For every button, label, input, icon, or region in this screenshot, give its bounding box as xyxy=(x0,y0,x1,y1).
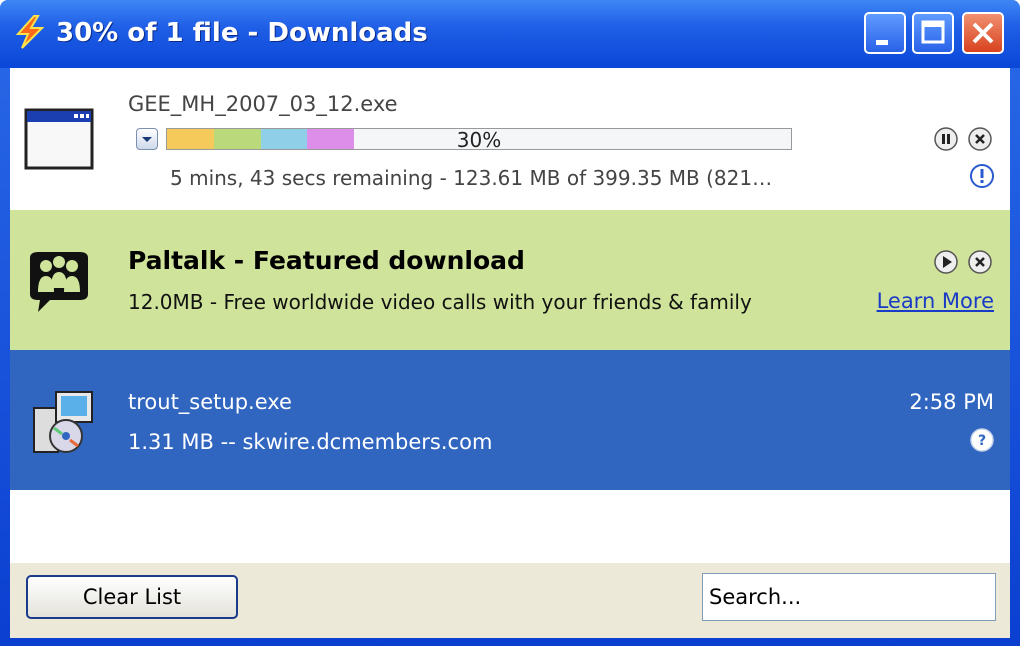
downloads-list: GEE_MH_2007_03_12.exe 30% 5 mins, 43 sec… xyxy=(10,68,1010,638)
learn-more-link[interactable]: Learn More xyxy=(877,289,994,313)
download-filename: trout_setup.exe xyxy=(128,390,292,414)
window-title: 30% of 1 file - Downloads xyxy=(56,18,428,48)
installer-icon xyxy=(33,391,93,453)
minimize-icon xyxy=(876,40,888,45)
cancel-icon[interactable] xyxy=(968,127,992,151)
maximize-icon xyxy=(921,20,945,44)
close-icon xyxy=(972,22,994,44)
clear-list-button[interactable]: Clear List xyxy=(26,575,238,619)
download-status-text: 5 mins, 43 secs remaining - 123.61 MB of… xyxy=(170,166,773,190)
pause-icon[interactable] xyxy=(934,127,958,151)
featured-download[interactable]: Paltalk - Featured download 12.0MB - Fre… xyxy=(10,210,1010,350)
help-icon[interactable]: ? xyxy=(970,428,994,452)
title-bar[interactable]: 30% of 1 file - Downloads xyxy=(0,0,1020,68)
info-icon[interactable] xyxy=(970,164,994,188)
minimize-button[interactable] xyxy=(864,12,906,54)
progress-percent-label: 30% xyxy=(456,128,502,150)
close-button[interactable] xyxy=(962,12,1004,54)
downloads-window: 30% of 1 file - Downloads GEE_MH_2007_03… xyxy=(0,0,1020,646)
footer-bar: Clear List xyxy=(10,563,1010,638)
download-time: 2:58 PM xyxy=(909,390,994,414)
featured-title: Paltalk - Featured download xyxy=(128,246,525,275)
play-icon[interactable] xyxy=(934,250,958,274)
maximize-button[interactable] xyxy=(912,12,954,54)
download-filename: GEE_MH_2007_03_12.exe xyxy=(128,92,398,116)
search-input[interactable] xyxy=(702,573,996,621)
lightning-bolt-icon xyxy=(15,15,45,49)
download-options-dropdown[interactable] xyxy=(136,128,158,150)
paltalk-people-icon xyxy=(30,252,88,312)
download-item-selected[interactable]: trout_setup.exe 1.31 MB -- skwire.dcmemb… xyxy=(10,350,1010,490)
cancel-icon[interactable] xyxy=(968,250,992,274)
application-window-icon xyxy=(24,108,94,170)
chevron-down-icon xyxy=(142,137,152,142)
download-item-active[interactable]: GEE_MH_2007_03_12.exe 30% 5 mins, 43 sec… xyxy=(10,68,1010,210)
featured-description: 12.0MB - Free worldwide video calls with… xyxy=(128,290,752,314)
download-progress-bar: 30% xyxy=(166,128,792,150)
download-size-source: 1.31 MB -- skwire.dcmembers.com xyxy=(128,430,493,454)
svg-text:?: ? xyxy=(978,433,986,449)
